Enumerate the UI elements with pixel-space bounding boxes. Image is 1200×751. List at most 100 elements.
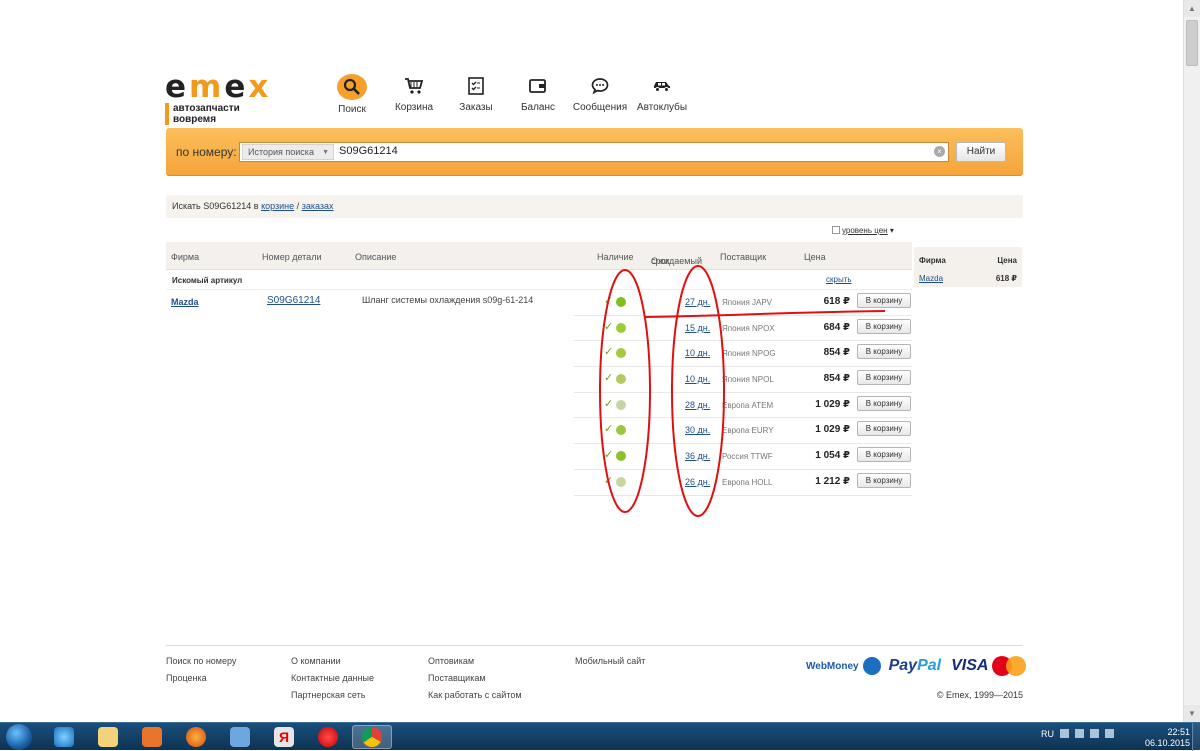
- cart-icon: [400, 74, 428, 98]
- chevron-down-icon: ▼: [322, 149, 329, 156]
- stock-level-icon: [616, 425, 626, 436]
- delivery-days-link[interactable]: 28 дн.: [685, 400, 710, 410]
- taskbar-yandex-browser[interactable]: [308, 725, 348, 749]
- nav-item-search[interactable]: Поиск: [322, 74, 382, 115]
- add-to-cart-button[interactable]: В корзину: [857, 395, 911, 411]
- price: 618 ₽: [823, 296, 850, 307]
- footer-link[interactable]: Оптовикам: [428, 656, 522, 666]
- supplier: Япония NPOX: [722, 323, 775, 333]
- vertical-scrollbar[interactable]: ▲ ▼: [1183, 0, 1200, 722]
- tray-battery-icon: [1105, 729, 1114, 738]
- emex-logo[interactable]: emex автозапчасти вовремя: [165, 72, 285, 125]
- nav-item-autoclubs[interactable]: Автоклубы: [632, 74, 692, 115]
- taskbar-audio[interactable]: [220, 725, 260, 749]
- checkmark-icon: ✓: [604, 346, 614, 359]
- logo-tagline: автозапчасти вовремя: [165, 103, 285, 125]
- footer-link[interactable]: Как работать с сайтом: [428, 690, 522, 700]
- delivery-days-link[interactable]: 27 дн.: [685, 297, 710, 307]
- delivery-days-link[interactable]: 15 дн.: [685, 323, 710, 333]
- price: 854 ₽: [823, 373, 850, 385]
- side-price: 618 ₽: [995, 274, 1017, 283]
- col-header-supplier: Поставщик: [720, 252, 767, 262]
- delivery-days-link[interactable]: 10 дн.: [685, 348, 710, 358]
- footer-link[interactable]: Партнерская сеть: [291, 690, 374, 700]
- payment-logos: WebMoney PayPal VISA: [806, 656, 1027, 676]
- taskbar-firefox[interactable]: [176, 725, 216, 749]
- footer-link[interactable]: Поиск по номеру: [166, 656, 236, 666]
- taskbar-chrome[interactable]: [352, 725, 392, 749]
- nav-item-orders[interactable]: Заказы: [446, 74, 506, 115]
- footer-col-search: Поиск по номеру Проценка: [166, 656, 236, 690]
- nav-item-balance[interactable]: Баланс: [508, 74, 568, 115]
- nav-label: Корзина: [394, 102, 434, 113]
- clock[interactable]: 22:51 06.10.2015: [1134, 727, 1190, 749]
- nav-item-cart[interactable]: Корзина: [384, 74, 444, 115]
- side-header-firm: Фирма: [919, 256, 946, 265]
- scroll-down-arrow-icon[interactable]: ▼: [1184, 705, 1200, 722]
- add-to-cart-button[interactable]: В корзину: [857, 370, 911, 386]
- availability-indicator: ✓: [604, 347, 634, 359]
- delivery-days-link[interactable]: 36 дн.: [685, 451, 710, 461]
- delivery-days-link[interactable]: 10 дн.: [685, 374, 710, 384]
- clear-search-icon[interactable]: ×: [934, 146, 945, 157]
- footer-link[interactable]: Контактные данные: [291, 673, 374, 683]
- start-button[interactable]: [2, 724, 36, 750]
- add-to-cart-button[interactable]: В корзину: [857, 447, 911, 463]
- firm-link[interactable]: Mazda: [171, 297, 199, 307]
- language-indicator[interactable]: RU: [1041, 729, 1054, 739]
- internet-explorer-icon: [54, 727, 74, 747]
- price: 854 ₽: [823, 347, 850, 359]
- delivery-days-link[interactable]: 26 дн.: [685, 477, 710, 487]
- scrollbar-thumb[interactable]: [1186, 20, 1198, 66]
- footer-link[interactable]: Поставщикам: [428, 673, 522, 683]
- checkmark-icon: ✓: [604, 295, 614, 307]
- search-query-value[interactable]: S09G61214: [339, 145, 398, 157]
- footer-link[interactable]: Проценка: [166, 673, 236, 683]
- yandex-icon: Я: [274, 727, 294, 747]
- webmoney-logo: WebMoney: [806, 660, 859, 672]
- search-input[interactable]: История поиска ▼ S09G61214 ×: [239, 142, 949, 162]
- taskbar-yandex[interactable]: Я: [264, 725, 304, 749]
- hide-link[interactable]: скрыть: [826, 275, 852, 284]
- add-to-cart-button[interactable]: В корзину: [857, 472, 911, 488]
- part-number-link[interactable]: S09G61214: [267, 295, 320, 306]
- taskbar-explorer[interactable]: [88, 725, 128, 749]
- nav-item-messages[interactable]: Сообщения: [570, 74, 630, 115]
- stock-level-icon: [616, 374, 626, 385]
- availability-indicator: ✓: [604, 424, 634, 436]
- price-level-toggle[interactable]: уровень цен ▾: [832, 226, 894, 235]
- folder-icon: [98, 727, 118, 747]
- scroll-up-arrow-icon[interactable]: ▲: [1184, 0, 1200, 17]
- add-to-cart-button[interactable]: В корзину: [857, 421, 911, 437]
- find-button[interactable]: Найти: [956, 142, 1006, 162]
- col-header-price: Цена: [804, 252, 826, 262]
- price: 1 029 ₽: [815, 424, 850, 436]
- checkmark-icon: ✓: [604, 397, 614, 410]
- taskbar-ie[interactable]: [44, 725, 84, 749]
- col-header-description: Описание: [355, 252, 397, 262]
- footer-col-mobile: Мобильный сайт: [575, 656, 645, 673]
- breadcrumb-cart-link[interactable]: корзине: [261, 201, 294, 211]
- add-to-cart-button[interactable]: В корзину: [857, 318, 911, 334]
- side-firm-link[interactable]: Mazda: [919, 274, 943, 283]
- col-header-part-number: Номер детали: [262, 252, 322, 262]
- delivery-days-link[interactable]: 30 дн.: [685, 425, 710, 435]
- add-to-cart-button[interactable]: В корзину: [857, 344, 911, 360]
- search-history-dropdown[interactable]: История поиска ▼: [242, 144, 334, 160]
- price-level-label[interactable]: уровень цен: [842, 226, 888, 235]
- table-row: ✓ 10 дн. Япония NPOG 854 ₽ В корзину: [166, 341, 912, 368]
- price-level-checkbox[interactable]: [832, 226, 840, 234]
- add-to-cart-button[interactable]: В корзину: [857, 293, 911, 308]
- show-desktop-button[interactable]: [1192, 723, 1200, 751]
- supplier: Европа EURY: [722, 426, 774, 436]
- breadcrumb-orders-link[interactable]: заказах: [302, 201, 334, 211]
- footer-link[interactable]: Мобильный сайт: [575, 656, 645, 666]
- nav-label: Баланс: [520, 102, 556, 113]
- chat-bubble-icon: [586, 74, 614, 98]
- speaker-app-icon: [230, 727, 250, 747]
- taskbar-media[interactable]: [132, 725, 172, 749]
- availability-indicator: ✓: [604, 373, 634, 385]
- price: 1 054 ₽: [815, 450, 850, 462]
- mastercard-logo: [992, 656, 1027, 676]
- footer-link[interactable]: О компании: [291, 656, 374, 666]
